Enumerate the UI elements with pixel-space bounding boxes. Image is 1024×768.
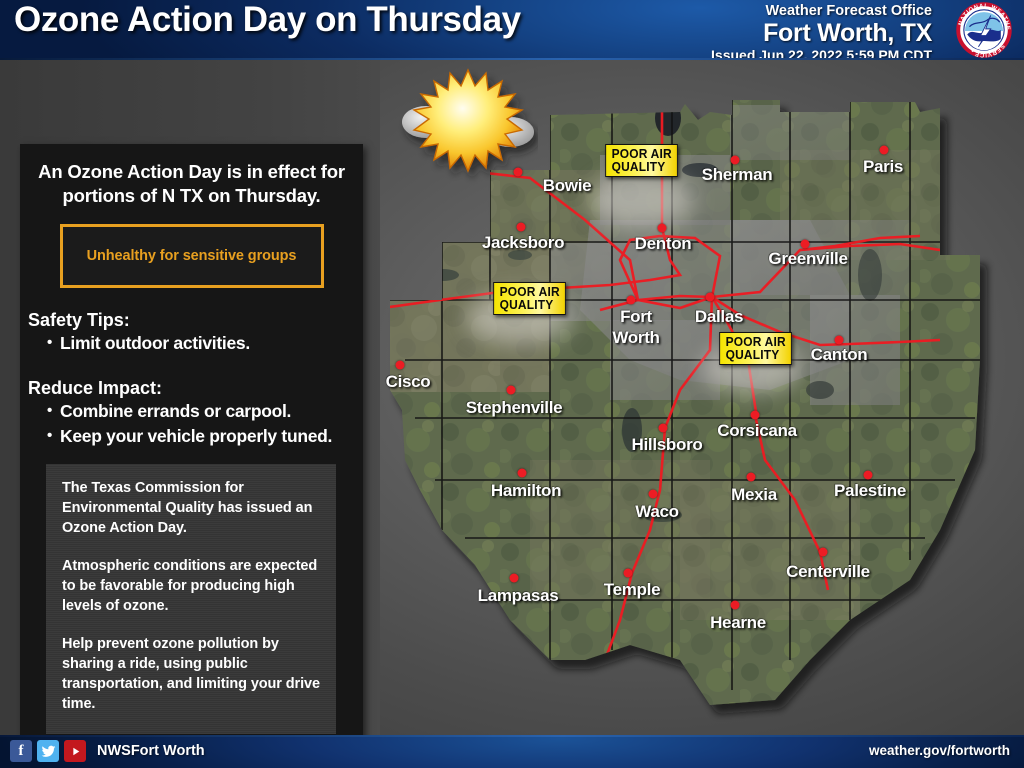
poor-air-quality-tag: POOR AIR QUALITY — [719, 332, 793, 365]
city-dot — [517, 468, 527, 478]
city-dot — [818, 547, 828, 557]
city-dot — [395, 360, 405, 370]
city-dot — [658, 423, 668, 433]
info-panel: An Ozone Action Day is in effect for por… — [20, 144, 363, 768]
list-item: Combine errands or carpool. — [47, 398, 363, 424]
page-footer: f NWSFort Worth weather.gov/fortworth — [0, 735, 1024, 768]
city-dot — [746, 472, 756, 482]
city-dot — [516, 222, 526, 232]
reduce-impact-heading: Reduce Impact: — [28, 378, 163, 398]
facebook-icon[interactable]: f — [10, 740, 32, 762]
reduce-impact-list: Combine errands or carpool. Keep your ve… — [20, 398, 363, 449]
city-dot — [750, 410, 760, 420]
city-dot — [509, 573, 519, 583]
list-item: Limit outdoor activities. — [47, 330, 363, 356]
poor-air-quality-tag: POOR AIR QUALITY — [493, 282, 567, 315]
city-dot — [800, 239, 810, 249]
hazy-sun-icon — [398, 64, 538, 184]
forecast-map: Bowie Sherman Paris Jacksboro Denton Greenvil… — [380, 60, 1024, 735]
aqi-category-label: Unhealthy for sensitive groups — [86, 248, 297, 264]
poor-air-quality-line2: QUALITY — [725, 347, 780, 362]
tceq-paragraph: Help prevent ozone pollution by sharing … — [62, 636, 320, 712]
city-dot — [834, 335, 844, 345]
tceq-paragraph: The Texas Commission for Environmental Q… — [62, 480, 313, 536]
page-title: Ozone Action Day on Thursday — [14, 0, 521, 39]
city-dot — [623, 568, 633, 578]
wfo-block: Weather Forecast Office Fort Worth, TX I… — [711, 3, 932, 60]
safety-tips-heading: Safety Tips: — [28, 310, 130, 330]
city-dot — [705, 292, 715, 302]
aqi-category-badge: Unhealthy for sensitive groups — [59, 224, 324, 288]
list-item: Keep your vehicle properly tuned. — [47, 423, 363, 449]
city-dot — [730, 155, 740, 165]
twitter-icon[interactable] — [37, 740, 59, 762]
nws-logo-icon: NATIONAL WEATHER SERVICE — [948, 0, 1020, 58]
safety-tips-list: Limit outdoor activities. — [20, 330, 363, 356]
footer-url: weather.gov/fortworth — [868, 743, 1010, 758]
city-dot — [506, 385, 516, 395]
city-dot — [657, 223, 667, 233]
city-dot — [863, 470, 873, 480]
page-header: Ozone Action Day on Thursday Weather For… — [0, 0, 1024, 60]
poor-air-quality-line2: QUALITY — [611, 159, 666, 174]
issued-time: Issued Jun 22, 2022 5:59 PM CDT — [711, 47, 932, 60]
city-dot — [730, 600, 740, 610]
city-dot — [879, 145, 889, 155]
poor-air-quality-tag: POOR AIR QUALITY — [605, 144, 679, 177]
city-dot — [513, 167, 523, 177]
poor-air-quality-line2: QUALITY — [499, 297, 554, 312]
youtube-icon[interactable] — [64, 740, 86, 762]
content-stage: An Ozone Action Day is in effect for por… — [0, 60, 1024, 768]
social-handle: NWSFort Worth — [97, 743, 205, 759]
city-dot — [626, 295, 636, 305]
social-links: f NWSFort Worth — [10, 740, 205, 762]
headline-text: An Ozone Action Day is in effect for por… — [38, 161, 345, 206]
city-dot — [648, 489, 658, 499]
tceq-statement-box: The Texas Commission for Environmental Q… — [46, 464, 336, 734]
wfo-label: Weather Forecast Office — [765, 3, 932, 19]
wfo-city: Fort Worth, TX — [763, 19, 932, 47]
tceq-paragraph: Atmospheric conditions are expected to b… — [62, 558, 318, 614]
